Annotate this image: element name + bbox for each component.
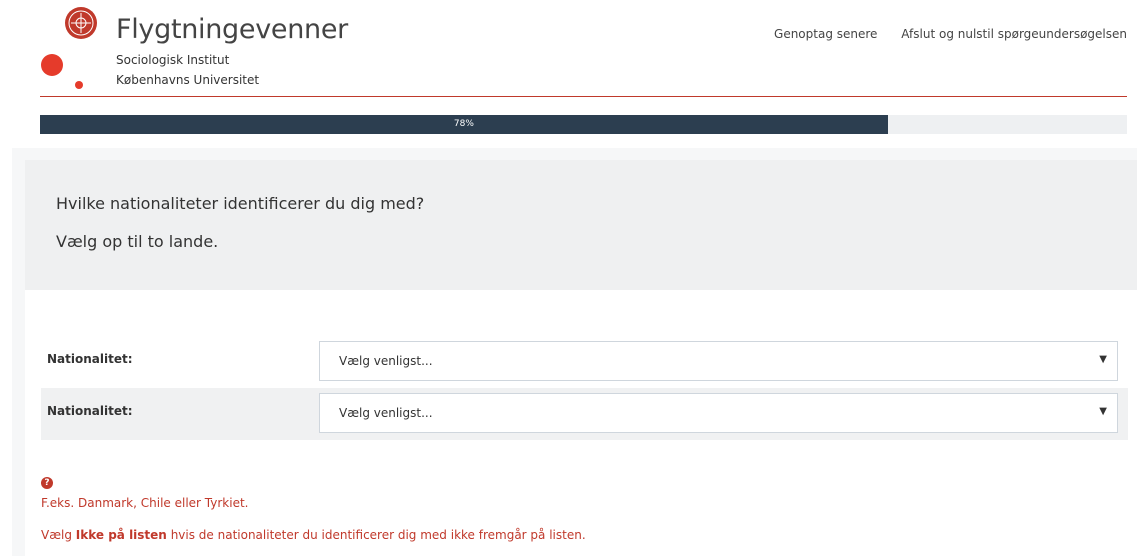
- resume-later-link[interactable]: Genoptag senere: [774, 27, 877, 41]
- not-on-list-emphasis: Ikke på listen: [75, 528, 167, 542]
- university-name: Københavns Universitet: [116, 73, 260, 87]
- header-divider: [40, 96, 1127, 97]
- nationality-row-1: Nationalitet: Vælg venligst... ▼: [41, 336, 1128, 388]
- help-suffix: hvis de nationaliteter du identificerer …: [170, 528, 586, 542]
- nationality-row-2: Nationalitet: Vælg venligst... ▼: [41, 388, 1128, 440]
- question-panel: Hvilke nationaliteter identificerer du d…: [25, 160, 1137, 290]
- progress-fill: 78%: [40, 115, 888, 134]
- survey-page: Flygtningevenner Sociologisk Institut Kø…: [0, 0, 1137, 556]
- help-question-icon: ?: [41, 477, 53, 489]
- question-text: Hvilke nationaliteter identificerer du d…: [56, 194, 425, 213]
- dropdown-caret-icon: ▼: [1099, 354, 1107, 365]
- nationality-label: Nationalitet:: [47, 404, 133, 418]
- nationality-select-1[interactable]: Vælg venligst... ▼: [319, 341, 1118, 381]
- brand-title: Flygtningevenner: [116, 14, 348, 45]
- exit-reset-link[interactable]: Afslut og nulstil spørgeundersøgelsen: [901, 27, 1127, 41]
- university-logo-icon: [41, 7, 97, 89]
- question-instruction: Vælg op til to lande.: [56, 232, 219, 251]
- select-value: Vælg venligst...: [339, 406, 433, 420]
- help-prefix: Vælg: [41, 528, 72, 542]
- dropdown-caret-icon: ▼: [1099, 406, 1107, 417]
- header: Flygtningevenner Sociologisk Institut Kø…: [40, 0, 1127, 97]
- help-instruction-text: Vælg Ikke på listen hvis de nationalitet…: [41, 528, 586, 542]
- header-links: Genoptag senere Afslut og nulstil spørge…: [754, 27, 1127, 41]
- progress-bar: 78%: [40, 115, 1127, 134]
- nationality-select-2[interactable]: Vælg venligst... ▼: [319, 393, 1118, 433]
- nationality-label: Nationalitet:: [47, 352, 133, 366]
- institute-name: Sociologisk Institut: [116, 53, 230, 67]
- help-example-text: F.eks. Danmark, Chile eller Tyrkiet.: [41, 496, 249, 510]
- select-value: Vælg venligst...: [339, 354, 433, 368]
